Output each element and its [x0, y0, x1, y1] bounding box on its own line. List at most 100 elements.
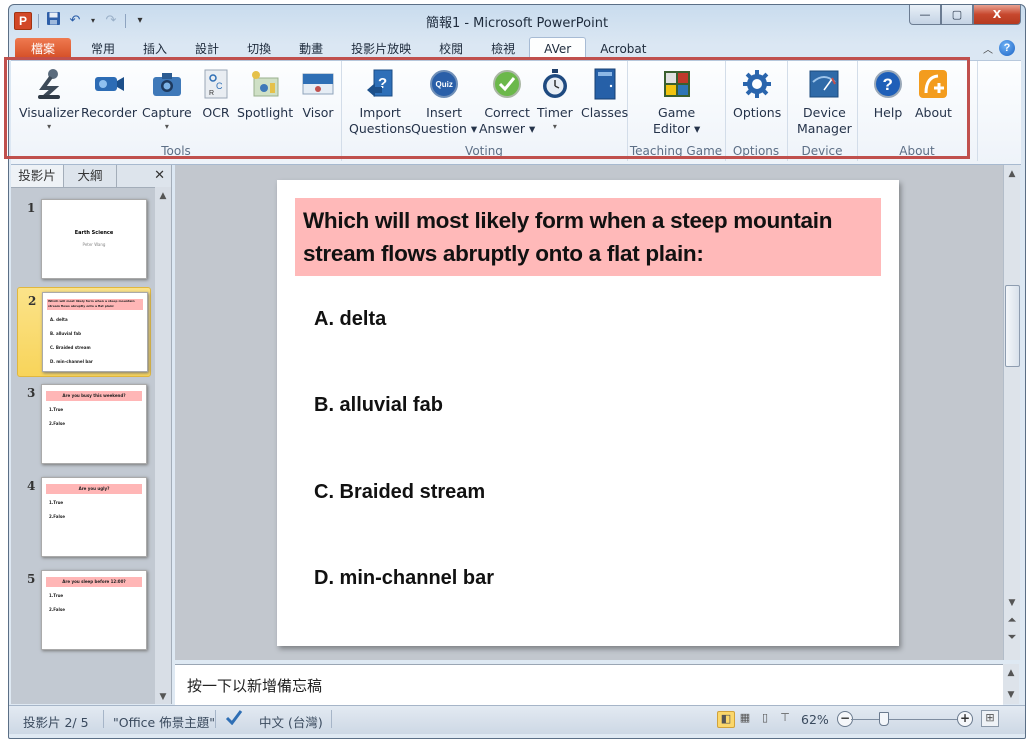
slide-thumbnail-list: 1 Earth Science Peter Wang 2 Which will …	[11, 187, 153, 704]
theme-name[interactable]: "Office 佈景主題"	[113, 712, 215, 731]
group-label-teaching-game: Teaching Game	[629, 144, 723, 158]
scroll-up-icon[interactable]: ▲	[1003, 668, 1019, 678]
tab-home[interactable]: 常用	[77, 38, 129, 60]
slide-scrollbar[interactable]: ▲ ▼ ⏶ ⏷	[1003, 165, 1020, 660]
current-slide[interactable]: Which will most likely form when a steep…	[277, 180, 899, 646]
tab-design[interactable]: 設計	[181, 38, 233, 60]
thumb-header: Which will most likely form when a steep…	[47, 299, 143, 310]
correct-answer-button[interactable]: Correct Answer ▾	[479, 67, 535, 137]
ocr-button[interactable]: CR OCR	[199, 67, 233, 121]
powerpoint-window: P ↶ ▾ ↷ ▾ 簡報1 - Microsoft PowerPoint — ▢…	[8, 4, 1026, 739]
slide-thumbnail-1[interactable]: 1 Earth Science Peter Wang	[17, 195, 149, 283]
slide-thumbnail-2[interactable]: 2 Which will most likely form when a ste…	[17, 287, 151, 377]
option-c[interactable]: C. Braided stream	[314, 481, 485, 504]
tab-transitions[interactable]: 切換	[233, 38, 285, 60]
svg-text:R: R	[209, 90, 214, 97]
panel-tabs: 投影片 大綱 ✕	[11, 165, 171, 188]
zoom-slider-thumb[interactable]	[879, 712, 889, 726]
previous-slide-icon[interactable]: ⏶	[1004, 615, 1020, 626]
notes-scrollbar[interactable]: ▲ ▼	[1003, 664, 1019, 704]
zoom-level[interactable]: 62%	[801, 712, 829, 727]
slide-counter: 投影片 2/ 5	[23, 715, 89, 730]
zoom-slider-track[interactable]	[851, 719, 957, 720]
scroll-up-icon[interactable]: ▲	[1004, 169, 1020, 179]
scroll-down-icon[interactable]: ▼	[1004, 598, 1020, 608]
group-label-tools: Tools	[161, 144, 191, 158]
group-about: ? Help About About	[857, 61, 978, 161]
tab-view[interactable]: 檢視	[477, 38, 529, 60]
thumb-header: Are you sleep before 12:00?	[46, 577, 142, 587]
thumb-line: 1.True	[49, 593, 64, 598]
question-box[interactable]: Which will most likely form when a steep…	[295, 198, 881, 276]
thumb-line: B. alluvial fab	[50, 331, 81, 336]
scrollbar-thumb[interactable]	[1005, 285, 1020, 367]
option-b[interactable]: B. alluvial fab	[314, 394, 443, 417]
slide-editor: Which will most likely form when a steep…	[175, 165, 1003, 660]
slide-preview: Are you busy this weekend? 1.True 2.Fals…	[41, 384, 147, 464]
status-bar: 投影片 2/ 5 "Office 佈景主題" 中文 (台灣) ◧ ▦ ▯ ⊤ 6…	[9, 705, 1025, 734]
about-logo-icon	[916, 67, 950, 101]
close-panel-icon[interactable]: ✕	[117, 165, 171, 187]
visor-label: Visor	[302, 105, 334, 120]
thumbnail-scrollbar[interactable]: ▲ ▼	[155, 187, 171, 704]
tab-acrobat[interactable]: Acrobat	[586, 38, 660, 60]
question-text: Which will most likely form when a steep…	[303, 208, 833, 266]
tab-aver[interactable]: AVer	[529, 37, 587, 60]
slide-sorter-view-icon[interactable]: ▦	[737, 711, 753, 726]
scroll-down-icon[interactable]: ▼	[1003, 690, 1019, 700]
spotlight-icon	[248, 67, 282, 101]
chevron-down-icon: ▾	[552, 122, 557, 131]
slide-preview: Are you sleep before 12:00? 1.True 2.Fal…	[41, 570, 147, 650]
notes-pane[interactable]: 按一下以新增備忘稿	[175, 664, 1003, 705]
options-button[interactable]: Options	[733, 67, 781, 121]
notes-placeholder[interactable]: 按一下以新增備忘稿	[187, 675, 322, 696]
visor-button[interactable]: Visor	[301, 67, 335, 121]
game-editor-button[interactable]: Game Editor ▾	[653, 67, 700, 137]
slide-thumbnail-4[interactable]: 4 Are you ugly? 1.True 2.False	[17, 473, 149, 561]
slide-thumbnail-5[interactable]: 5 Are you sleep before 12:00? 1.True 2.F…	[17, 566, 149, 654]
tab-file[interactable]: 檔案	[15, 38, 72, 60]
device-manager-button[interactable]: Device Manager	[797, 67, 852, 137]
option-d[interactable]: D. min-channel bar	[314, 567, 494, 590]
tab-animations[interactable]: 動畫	[285, 38, 337, 60]
maximize-button[interactable]: ▢	[941, 5, 973, 25]
classes-button[interactable]: Classes	[581, 67, 628, 121]
option-a[interactable]: A. delta	[314, 308, 386, 331]
scroll-up-icon[interactable]: ▲	[155, 191, 171, 201]
collapse-ribbon-icon[interactable]: ︿	[983, 41, 993, 56]
next-slide-icon[interactable]: ⏷	[1004, 632, 1020, 643]
language-indicator[interactable]: 中文 (台灣)	[259, 712, 323, 731]
visualizer-button[interactable]: Visualizer ▾	[19, 67, 79, 133]
tab-review[interactable]: 校閱	[425, 38, 477, 60]
close-button[interactable]: X	[973, 5, 1021, 25]
fit-to-window-icon[interactable]: ⊞	[981, 710, 999, 727]
about-button[interactable]: About	[915, 67, 952, 121]
group-voting: ? Import Questions Quiz Insert Question …	[341, 61, 628, 161]
slide-number: 1	[27, 201, 36, 215]
questions-label: Questions	[349, 121, 412, 136]
help-icon[interactable]: ?	[999, 40, 1015, 56]
zoom-in-button[interactable]: +	[957, 711, 973, 727]
stopwatch-icon	[538, 67, 572, 101]
normal-view-icon[interactable]: ◧	[717, 711, 735, 728]
reading-view-icon[interactable]: ▯	[757, 711, 773, 726]
import-questions-button[interactable]: ? Import Questions	[349, 67, 411, 137]
slideshow-view-icon[interactable]: ⊤	[777, 711, 793, 726]
tab-outline[interactable]: 大綱	[64, 165, 117, 187]
tab-slideshow[interactable]: 投影片放映	[337, 38, 425, 60]
spotlight-button[interactable]: Spotlight	[237, 67, 293, 121]
insert-question-button[interactable]: Quiz Insert Question ▾	[411, 67, 477, 137]
timer-button[interactable]: Timer ▾	[537, 67, 573, 133]
help-button[interactable]: ? Help	[871, 67, 905, 121]
recorder-button[interactable]: Recorder	[81, 67, 137, 121]
tab-slides[interactable]: 投影片	[11, 165, 64, 187]
scroll-down-icon[interactable]: ▼	[155, 692, 171, 702]
tab-insert[interactable]: 插入	[129, 38, 181, 60]
capture-button[interactable]: Capture ▾	[142, 67, 192, 133]
window-controls: — ▢ X	[909, 5, 1021, 25]
answer-label: Answer ▾	[479, 121, 536, 136]
minimize-button[interactable]: —	[909, 5, 941, 25]
spellcheck-icon[interactable]	[225, 709, 243, 728]
window-title: 簡報1 - Microsoft PowerPoint	[425, 16, 609, 31]
slide-thumbnail-3[interactable]: 3 Are you busy this weekend? 1.True 2.Fa…	[17, 380, 149, 468]
